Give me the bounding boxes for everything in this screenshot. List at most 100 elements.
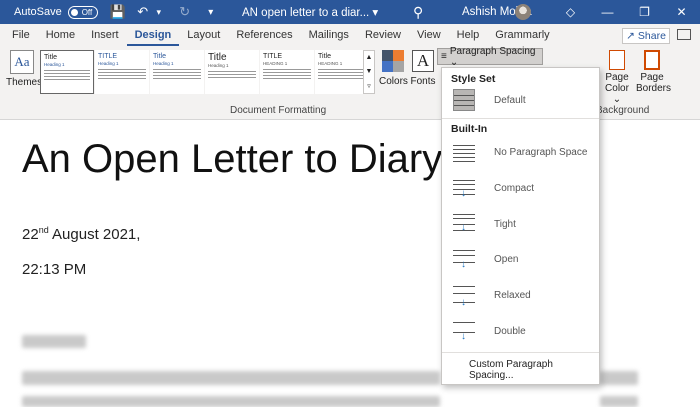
fonts-button[interactable]: A Fonts [409, 50, 437, 87]
thumb-heading: HEADING 1 [263, 61, 288, 66]
thumb-title: Title [153, 53, 166, 60]
icon-line [453, 218, 475, 220]
thumb-line [98, 77, 146, 79]
tab-layout[interactable]: Layout [179, 24, 228, 46]
thumb-line [263, 74, 311, 76]
thumb-line [318, 71, 366, 73]
menu-item-double[interactable]: ↓ Double [442, 313, 599, 349]
document-title[interactable]: AN open letter to a diar... ▾ [242, 5, 378, 19]
gallery-more-icon[interactable]: ▿ [367, 82, 371, 90]
tab-view[interactable]: View [409, 24, 449, 46]
style-set-thumb[interactable]: Title Heading 1 [205, 50, 259, 94]
page-color-label: Page Color ⌄ [605, 72, 629, 105]
blurred-text [600, 371, 638, 385]
colors-button[interactable]: Colors [379, 50, 408, 87]
icon-line [453, 285, 475, 287]
paragraph-spacing-label: Paragraph Spacing ⌄ [449, 45, 536, 68]
style-set-thumb[interactable]: Title HEADING 1 [315, 50, 369, 94]
document-date[interactable]: 22nd August 2021, [22, 225, 140, 243]
style-set-thumb[interactable]: TITLE HEADING 1 [260, 50, 314, 94]
page-color-button[interactable]: Page Color ⌄ [602, 50, 632, 105]
avatar[interactable] [515, 4, 531, 20]
arrow-down-icon: ↓ [461, 331, 466, 343]
thumb-line [263, 77, 311, 79]
builtin-header: Built-In [451, 123, 488, 135]
share-button[interactable]: ↗ Share [622, 28, 670, 44]
thumb-line [44, 78, 90, 80]
close-icon[interactable]: ✕ [663, 5, 700, 19]
menu-item-default[interactable]: Default [442, 85, 599, 115]
tab-home[interactable]: Home [38, 24, 83, 46]
thumb-line [208, 76, 256, 78]
paragraph-spacing-button[interactable]: ≡ Paragraph Spacing ⌄ [437, 45, 543, 68]
thumb-line [208, 73, 256, 75]
thumb-line [98, 74, 146, 76]
customize-toolbar-icon[interactable]: ▾ [204, 7, 218, 18]
tab-references[interactable]: References [228, 24, 300, 46]
icon-line [453, 160, 475, 162]
icon-line [453, 322, 475, 324]
tab-mailings[interactable]: Mailings [301, 24, 357, 46]
style-set-thumb[interactable]: Title Heading 1 [40, 50, 94, 94]
undo-icon[interactable]: ↶ [136, 4, 150, 20]
no-paragraph-space-icon [453, 142, 475, 164]
tab-design[interactable]: Design [126, 24, 180, 46]
style-set-thumb[interactable]: TITLE Heading 1 [95, 50, 149, 94]
double-spacing-icon: ↓ [453, 320, 475, 342]
tab-grammarly[interactable]: Grammarly [487, 24, 557, 46]
redo-icon[interactable]: ↻ [178, 4, 192, 20]
page-borders-button[interactable]: Page Borders [636, 50, 671, 94]
document-heading[interactable]: An Open Letter to Diary – [22, 137, 476, 182]
paragraph-spacing-icon: ≡ [441, 51, 447, 62]
thumb-line [153, 77, 201, 79]
style-set-header: Style Set [451, 73, 496, 85]
divider [442, 118, 599, 119]
menu-item-tight[interactable]: ↓ Tight [442, 206, 599, 242]
tab-review[interactable]: Review [357, 24, 409, 46]
open-spacing-icon: ↓ [453, 249, 475, 271]
icon-line [453, 148, 475, 150]
chevron-up-icon[interactable]: ▲ [366, 54, 373, 61]
group-label-document-formatting: Document Formatting [230, 105, 327, 116]
arrow-down-icon: ↓ [461, 258, 466, 270]
thumb-line [44, 72, 90, 74]
blurred-text [22, 335, 86, 348]
title-bar: AutoSave Off 💾 ↶ ▾ ↻ ▾ AN open letter to… [0, 0, 700, 24]
minimize-icon[interactable]: — [589, 5, 626, 19]
menu-item-no-paragraph-space[interactable]: No Paragraph Space [442, 135, 599, 171]
thumb-line [263, 71, 311, 73]
thumb-title: Title [44, 54, 57, 61]
icon-line [453, 179, 475, 181]
document-time[interactable]: 22:13 PM [22, 261, 86, 278]
thumb-line [153, 74, 201, 76]
custom-paragraph-spacing-label: Custom Paragraph Spacing... [469, 359, 553, 382]
menu-item-label: Double [494, 325, 526, 337]
menu-bar: File Home Insert Design Layout Reference… [0, 24, 700, 46]
custom-paragraph-spacing-item[interactable]: Custom Paragraph Spacing... [442, 359, 599, 381]
diamond-icon[interactable]: ◇ [552, 5, 589, 19]
tab-file[interactable]: File [0, 24, 38, 46]
themes-icon: Aa [10, 50, 34, 74]
thumb-heading: Heading 1 [153, 61, 174, 66]
comments-icon[interactable] [677, 29, 691, 40]
gallery-scroll[interactable]: ▲ ▼ ▿ [363, 50, 375, 94]
date-day: 22 [22, 226, 39, 243]
tab-insert[interactable]: Insert [83, 24, 127, 46]
menu-item-compact[interactable]: ↓ Compact [442, 171, 599, 207]
autosave-toggle[interactable]: Off [67, 5, 98, 19]
menu-item-open[interactable]: ↓ Open [442, 242, 599, 278]
menu-item-label: No Paragraph Space [494, 147, 588, 159]
undo-dropdown-icon[interactable]: ▾ [152, 7, 166, 18]
search-icon[interactable]: ⚲ [413, 4, 423, 21]
maximize-icon[interactable]: ❐ [626, 5, 663, 19]
thumb-title: TITLE [98, 53, 118, 60]
style-set-thumb[interactable]: Title Heading 1 [150, 50, 204, 94]
tight-spacing-icon: ↓ [453, 213, 475, 235]
page-color-icon [609, 50, 625, 70]
menu-item-relaxed[interactable]: ↓ Relaxed [442, 278, 599, 314]
tab-help[interactable]: Help [449, 24, 488, 46]
themes-button[interactable]: Aa Themes [6, 50, 42, 88]
chevron-down-icon[interactable]: ▼ [366, 68, 373, 75]
blurred-text [22, 396, 440, 407]
save-icon[interactable]: 💾 [110, 4, 126, 20]
